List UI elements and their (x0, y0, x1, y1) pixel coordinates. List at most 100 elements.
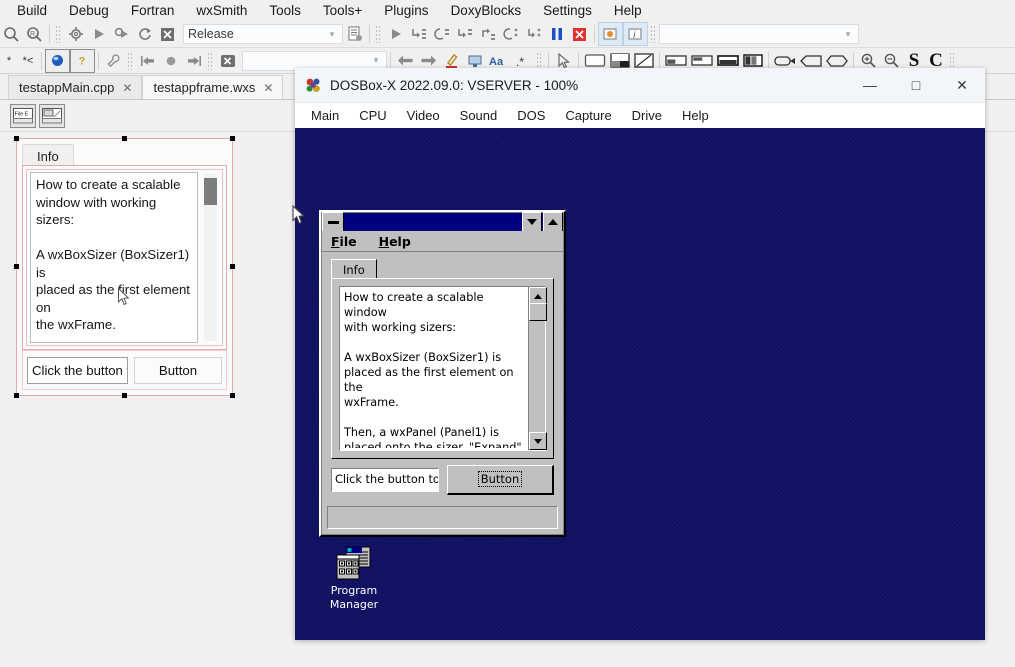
toolbar-grip[interactable] (536, 51, 543, 70)
toolbar-extra-combo[interactable]: ▾ (659, 24, 859, 44)
menubar-tool-icon[interactable]: File E (10, 103, 36, 128)
comment-icon[interactable]: * (0, 50, 18, 72)
wxsmith-designer-preview[interactable]: Info How to create a scalable window wit… (14, 136, 235, 398)
debug-run-to-cursor-icon[interactable] (522, 23, 545, 45)
debug-step-into-icon[interactable] (430, 23, 453, 45)
designer-textctrl-scrollbar[interactable] (204, 174, 217, 341)
build-target-combo[interactable]: Release ▾ (183, 24, 343, 44)
debugging-windows-icon[interactable] (598, 22, 623, 46)
designer-textfield[interactable]: Click the button to p (27, 356, 128, 384)
menu-debug[interactable]: Debug (58, 2, 120, 19)
debug-step-out-icon[interactable] (453, 23, 476, 45)
designer-notebook-tab-info[interactable]: Info (22, 144, 74, 167)
jump-back-icon[interactable] (136, 50, 159, 72)
toolbar-grip[interactable] (55, 25, 62, 43)
menu-build[interactable]: Build (6, 2, 58, 19)
close-button[interactable]: ✕ (939, 68, 985, 102)
rebuild-icon[interactable] (133, 23, 156, 45)
menu-wxsmith[interactable]: wxSmith (185, 2, 258, 19)
win31-button[interactable]: Button (447, 464, 554, 495)
designer-textctrl[interactable]: How to create a scalable window with wor… (30, 172, 198, 343)
resize-handle-s[interactable] (122, 393, 127, 398)
win31-titlebar[interactable] (322, 212, 563, 232)
toolbar-grip[interactable] (207, 51, 214, 70)
menu-tools-plus[interactable]: Tools+ (312, 2, 373, 19)
dosbox-window[interactable]: DOSBox-X 2022.09.0: VSERVER - 100% — □ ✕… (295, 68, 985, 640)
settings-wrench-icon[interactable] (102, 50, 125, 72)
class-browser-icon[interactable] (45, 48, 70, 73)
toolbar-grip[interactable] (375, 25, 382, 43)
resize-handle-n[interactable] (122, 136, 127, 141)
build-log-icon[interactable] (343, 23, 366, 45)
toolbar-grip[interactable] (949, 51, 956, 70)
system-menu-button[interactable] (322, 212, 344, 232)
close-icon[interactable]: ✕ (122, 81, 132, 95)
jump-forward-icon[interactable] (182, 50, 205, 72)
dosbox-menu-help[interactable]: Help (672, 107, 719, 124)
win31-textfield[interactable]: Click the button to p (331, 467, 439, 492)
toolbar-tool-icon[interactable] (39, 103, 65, 128)
resize-handle-se[interactable] (230, 393, 235, 398)
dosbox-menu-drive[interactable]: Drive (622, 107, 672, 124)
designer-notebook[interactable]: Info (22, 144, 227, 167)
dosbox-menu-capture[interactable]: Capture (555, 107, 621, 124)
scroll-down-button[interactable] (529, 432, 547, 450)
win31-textctrl[interactable]: How to create a scalable window with wor… (339, 286, 547, 451)
debug-break-icon[interactable] (545, 23, 568, 45)
tab-testappframe-wxs[interactable]: testappframe.wxs ✕ (142, 75, 284, 99)
win31-maximize-button[interactable] (543, 212, 563, 232)
menu-settings[interactable]: Settings (532, 2, 603, 19)
debug-step-into-instruction-icon[interactable] (499, 23, 522, 45)
debug-next-line-icon[interactable] (407, 23, 430, 45)
maximize-button[interactable]: □ (893, 68, 939, 102)
resize-handle-nw[interactable] (14, 136, 19, 141)
win31-notebook-tab-info[interactable]: Info (331, 259, 377, 280)
win31-notebook[interactable]: Info How to create a scalable window wit… (331, 259, 554, 459)
menu-plugins[interactable]: Plugins (373, 2, 439, 19)
dosbox-menu-main[interactable]: Main (301, 107, 349, 124)
dosbox-titlebar[interactable]: DOSBox-X 2022.09.0: VSERVER - 100% — □ ✕ (295, 68, 985, 103)
resize-handle-e[interactable] (230, 264, 235, 269)
menu-fortran[interactable]: Fortran (120, 2, 186, 19)
uncomment-icon[interactable]: *< (18, 50, 38, 72)
minimize-button[interactable]: — (847, 68, 893, 102)
menu-doxyblocks[interactable]: DoxyBlocks (440, 2, 533, 19)
toolbar-grip[interactable] (127, 51, 134, 70)
debug-stop-icon[interactable] (568, 23, 591, 45)
various-info-icon[interactable]: i (623, 22, 648, 46)
debug-next-instruction-icon[interactable] (476, 23, 499, 45)
build-gear-icon[interactable] (64, 23, 87, 45)
scrollbar-thumb[interactable] (529, 303, 547, 321)
win31-menu-file[interactable]: File (331, 234, 357, 249)
run-icon[interactable] (87, 23, 110, 45)
search-replace-icon[interactable]: R (23, 23, 46, 45)
search-icon[interactable] (0, 23, 23, 45)
resize-handle-ne[interactable] (230, 136, 235, 141)
clear-highlight-icon[interactable] (216, 50, 239, 72)
resize-handle-sw[interactable] (14, 393, 19, 398)
program-manager-desktop-icon[interactable]: Program Manager (317, 546, 391, 612)
close-icon[interactable]: ✕ (263, 81, 273, 95)
bookmark-dot-icon[interactable] (159, 50, 182, 72)
tab-testappmain-cpp[interactable]: testappMain.cpp ✕ (8, 75, 143, 99)
designer-button[interactable]: Button (134, 356, 222, 384)
abort-icon[interactable] (156, 23, 179, 45)
designer-panel-selection[interactable]: How to create a scalable window with wor… (22, 165, 227, 350)
win31-menu-help[interactable]: Help (379, 234, 411, 249)
dosbox-canvas[interactable]: File Help Info How to create a scalable … (295, 128, 985, 640)
dosbox-menu-cpu[interactable]: CPU (349, 107, 396, 124)
win31-textctrl-scrollbar[interactable] (528, 287, 547, 450)
dosbox-menu-dos[interactable]: DOS (507, 107, 555, 124)
resize-handle-w[interactable] (14, 264, 19, 269)
dosbox-menu-sound[interactable]: Sound (450, 107, 508, 124)
menu-tools[interactable]: Tools (258, 2, 312, 19)
build-and-run-icon[interactable] (110, 23, 133, 45)
dosbox-menu-video[interactable]: Video (397, 107, 450, 124)
win31-minimize-button[interactable] (522, 212, 542, 232)
scrollbar-thumb[interactable] (204, 178, 217, 205)
toolbar-grip[interactable] (650, 25, 657, 43)
help-icon[interactable]: ? (70, 48, 95, 73)
menu-help[interactable]: Help (603, 2, 653, 19)
debug-run-icon[interactable] (384, 23, 407, 45)
win31-app-window[interactable]: File Help Info How to create a scalable … (319, 210, 566, 537)
